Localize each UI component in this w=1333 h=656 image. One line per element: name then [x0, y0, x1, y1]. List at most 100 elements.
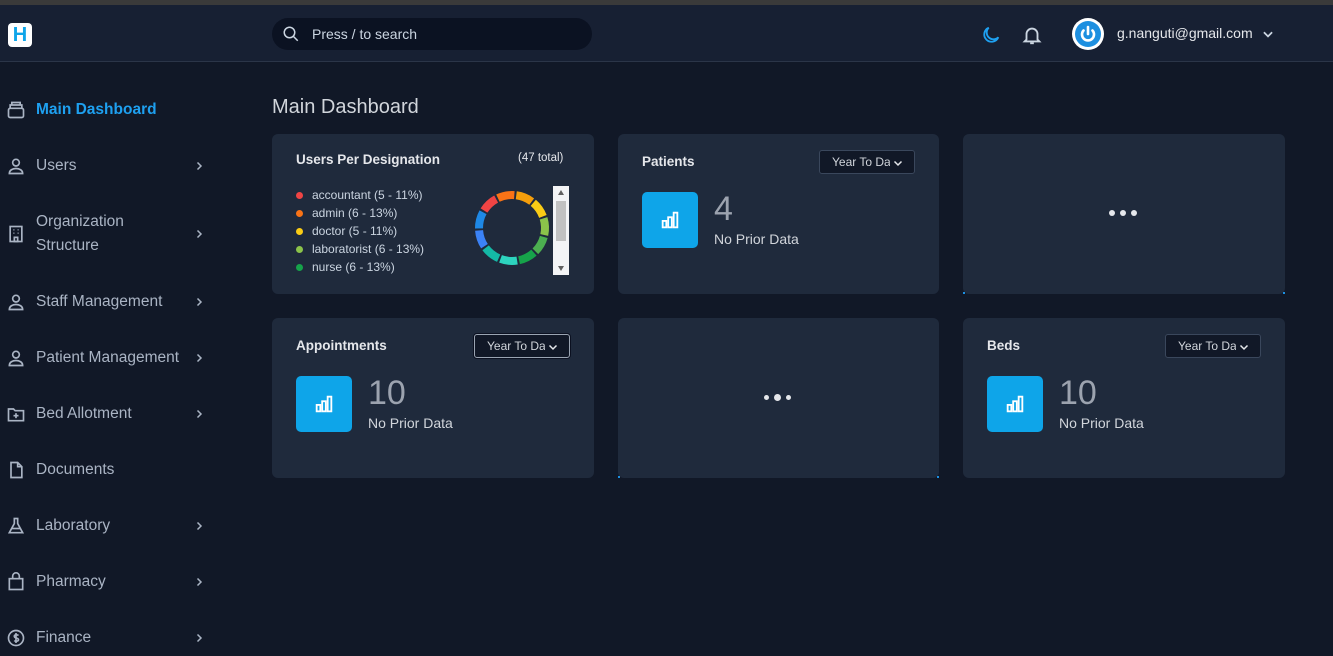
sidebar-item-laboratory[interactable]: Laboratory	[0, 514, 215, 538]
logo-letter: H	[12, 24, 28, 46]
legend-item[interactable]: nurse (6 - 13%)	[296, 258, 424, 276]
sidebar-item-label: Pharmacy	[36, 573, 106, 590]
sidebar-item-main-dashboard[interactable]: Main Dashboard	[0, 98, 215, 122]
user-icon	[8, 350, 24, 367]
scroll-up-arrow-icon[interactable]	[557, 189, 565, 197]
select-value: Year To Date	[487, 339, 545, 353]
page-title: Main Dashboard	[272, 96, 419, 118]
loading-indicator	[1109, 210, 1137, 216]
sidebar-item-finance[interactable]: Finance	[0, 626, 215, 650]
bell-icon[interactable]	[1021, 24, 1043, 46]
patients-count: 4	[714, 190, 733, 228]
legend-dot	[296, 245, 303, 253]
scroll-down-arrow-icon[interactable]	[557, 264, 565, 272]
bag-icon	[8, 572, 24, 591]
appointments-comparison: No Prior Data	[368, 415, 453, 431]
sidebar-item-staff-management[interactable]: Staff Management	[0, 290, 215, 314]
donut-segment[interactable]	[517, 249, 537, 265]
sidebar-item-label: Documents	[36, 461, 115, 478]
loading-indicator	[764, 394, 791, 401]
app-logo[interactable]: H	[8, 23, 32, 47]
bar-chart-icon	[987, 376, 1043, 432]
scroll-thumb[interactable]	[556, 201, 566, 241]
sidebar-item-label: Users	[36, 157, 77, 174]
user-icon	[8, 158, 24, 175]
sidebar-item-label: Finance	[36, 629, 92, 646]
users-per-designation-card: Users Per Designation (47 total) account…	[272, 134, 594, 294]
loading-card	[963, 134, 1285, 294]
search-input[interactable]	[312, 26, 572, 42]
moon-icon[interactable]	[980, 24, 1002, 46]
appointments-card: Appointments Year To Date 10 No Prior Da…	[272, 318, 594, 478]
folder-plus-icon	[7, 408, 25, 422]
beds-period-select[interactable]: Year To Date	[1165, 334, 1261, 358]
appointments-period-select[interactable]: Year To Date	[474, 334, 570, 358]
power-logo-icon	[1075, 21, 1101, 47]
donut-segment[interactable]	[532, 235, 548, 255]
beds-card: Beds Year To Date 10 No Prior Data	[963, 318, 1285, 478]
legend-item[interactable]: doctor (5 - 11%)	[296, 222, 424, 240]
patients-comparison: No Prior Data	[714, 231, 799, 247]
sidebar-item-patient-management[interactable]: Patient Management	[0, 346, 215, 370]
chevron-right-icon	[196, 577, 203, 587]
bar-chart-icon	[642, 192, 698, 248]
patients-card: Patients Year To Date 4 No Prior Data	[618, 134, 939, 294]
chevron-down-icon	[893, 160, 903, 167]
appointments-count: 10	[368, 374, 406, 412]
donut-segment[interactable]	[530, 199, 547, 219]
chart-legend: accountant (5 - 11%) admin (6 - 13%) doc…	[296, 186, 424, 276]
select-value: Year To Date	[832, 155, 890, 169]
legend-label: accountant (5 - 11%)	[312, 188, 423, 202]
patients-period-select[interactable]: Year To Date	[819, 150, 915, 174]
donut-segment[interactable]	[496, 191, 515, 202]
dollar-icon	[7, 629, 25, 647]
donut-segment[interactable]	[539, 217, 549, 236]
beds-count: 10	[1059, 374, 1097, 412]
donut-segment[interactable]	[515, 191, 535, 205]
search-icon	[283, 26, 299, 42]
chevron-right-icon	[196, 409, 203, 419]
donut-segment[interactable]	[475, 229, 488, 249]
donut-segment[interactable]	[482, 245, 501, 262]
sidebar-item-documents[interactable]: Documents	[0, 458, 215, 482]
legend-label: nurse (6 - 13%)	[312, 260, 395, 274]
sidebar-item-bed-allotment[interactable]: Bed Allotment	[0, 402, 215, 426]
legend-dot	[296, 227, 303, 235]
donut-segment[interactable]	[475, 210, 487, 229]
avatar[interactable]	[1072, 18, 1104, 50]
user-icon	[8, 294, 24, 311]
chevron-right-icon	[196, 161, 203, 171]
donut-segment[interactable]	[480, 195, 499, 213]
card-title: Beds	[987, 338, 1021, 353]
sidebar-item-label: Patient Management	[36, 349, 180, 366]
chevron-down-icon	[548, 344, 558, 351]
donut-segment[interactable]	[499, 255, 518, 265]
search-bar[interactable]	[272, 18, 592, 50]
bar-chart-icon	[296, 376, 352, 432]
legend-item[interactable]: admin (6 - 13%)	[296, 204, 424, 222]
flask-icon	[7, 517, 25, 534]
sidebar-item-label: Laboratory	[36, 517, 111, 534]
sidebar-item-label: Bed Allotment	[36, 405, 132, 422]
sidebar-item-label: Main Dashboard	[36, 101, 157, 118]
card-title: Users Per Designation	[296, 152, 441, 167]
sidebar-item-organization-structure[interactable]: Organization Structure	[0, 210, 215, 258]
accent-line	[1283, 292, 1285, 294]
donut-chart[interactable]	[470, 186, 554, 270]
accent-line	[618, 476, 620, 478]
beds-comparison: No Prior Data	[1059, 415, 1144, 431]
dashboard-icon	[7, 101, 25, 119]
legend-item[interactable]: accountant (5 - 11%)	[296, 186, 424, 204]
select-value: Year To Date	[1178, 339, 1236, 353]
top-header: H g.nanguti@gmail.com	[0, 5, 1333, 62]
chevron-down-icon[interactable]	[1261, 27, 1275, 41]
loading-card	[618, 318, 939, 478]
user-email[interactable]: g.nanguti@gmail.com	[1117, 25, 1253, 41]
legend-item[interactable]: laboratorist (6 - 13%)	[296, 240, 424, 258]
chevron-down-icon	[1239, 344, 1249, 351]
legend-label: doctor (5 - 11%)	[312, 224, 398, 238]
legend-dot	[296, 209, 303, 217]
legend-scrollbar[interactable]	[553, 186, 569, 275]
sidebar-item-users[interactable]: Users	[0, 154, 215, 178]
sidebar-item-pharmacy[interactable]: Pharmacy	[0, 570, 215, 594]
